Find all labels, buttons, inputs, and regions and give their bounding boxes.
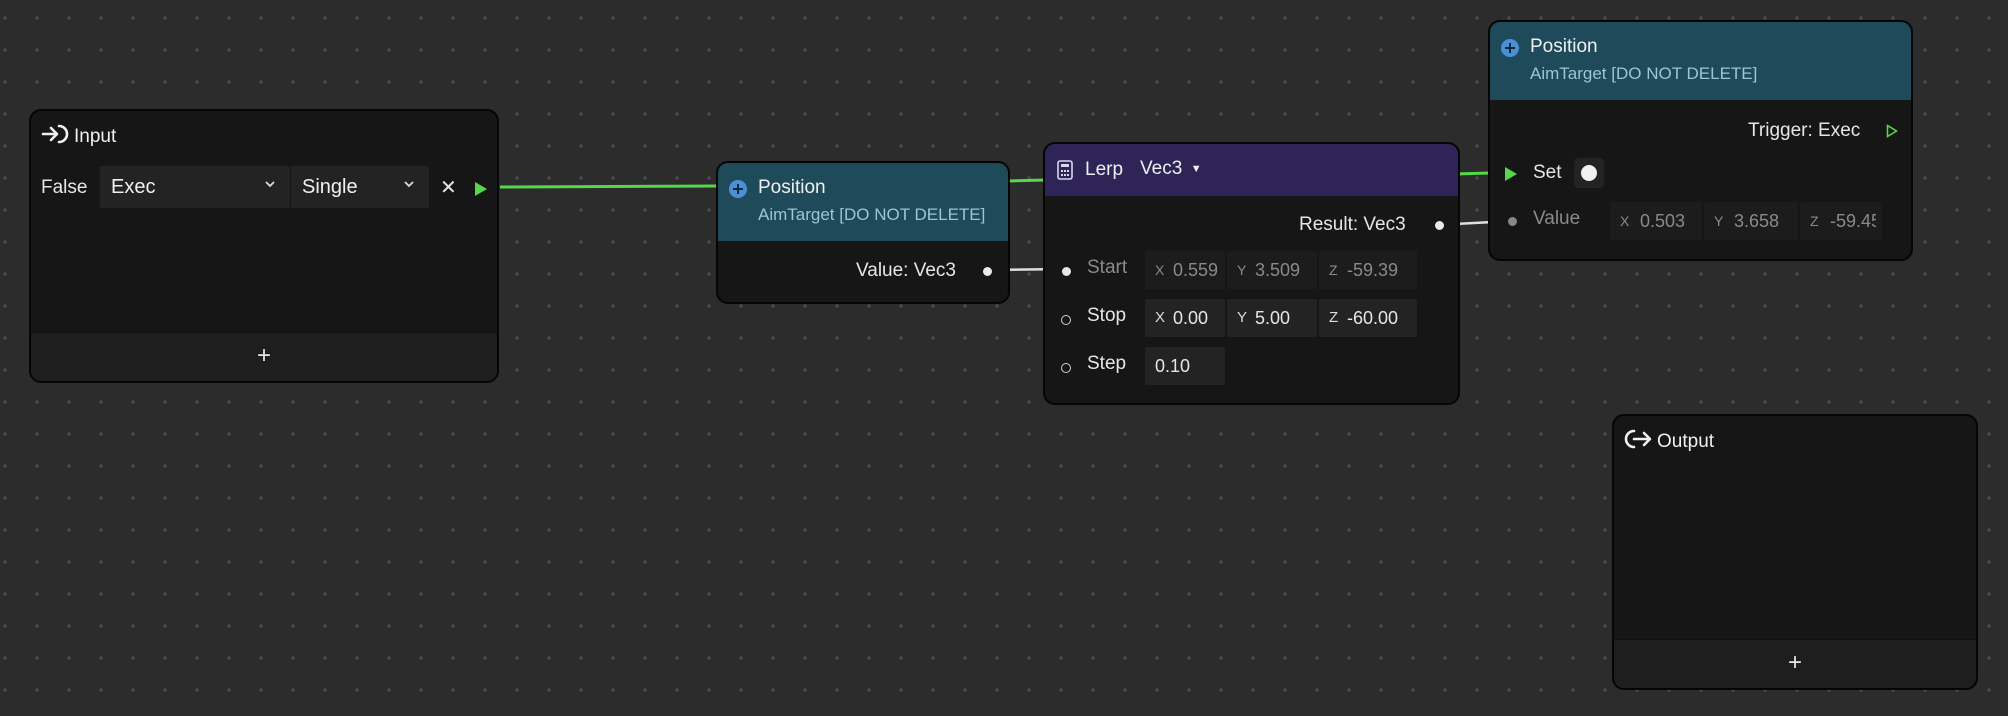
getter-output-pin[interactable] xyxy=(983,267,992,276)
lerp-start-label: Start xyxy=(1087,257,1128,278)
lerp-step-label: Step xyxy=(1087,353,1127,374)
caret-down-icon: ▼ xyxy=(1190,163,1202,175)
chevron-down-icon xyxy=(403,177,415,195)
lerp-stop-y-value: 5.00 xyxy=(1255,308,1291,328)
axis-z-label: Z xyxy=(1810,213,1819,229)
lerp-type-dropdown[interactable]: Vec3 ▼ xyxy=(1140,158,1202,180)
lerp-step-pin[interactable] xyxy=(1061,363,1071,373)
add-output-button[interactable]: + xyxy=(1614,639,1976,688)
type-dropdown-value: Exec xyxy=(111,176,156,198)
trigger-output-label: Trigger: Exec xyxy=(1748,120,1861,141)
lerp-stop-label: Stop xyxy=(1087,305,1127,326)
getter-output-label: Value: Vec3 xyxy=(856,260,957,281)
lerp-stop-y-field[interactable]: Y 5.00 xyxy=(1227,299,1317,337)
lerp-start-pin[interactable] xyxy=(1062,267,1071,276)
lerp-node[interactable]: Lerp Vec3 ▼ Result: Vec3 Start X 0.559 Y… xyxy=(1043,142,1460,405)
position-setter-node[interactable]: Position AimTarget [DO NOT DELETE] Trigg… xyxy=(1488,20,1913,261)
plus-circle-icon xyxy=(1501,39,1519,57)
setter-value-x: 0.503 xyxy=(1640,211,1686,231)
lerp-start-z-value: -59.39 xyxy=(1347,260,1399,280)
lerp-stop-pin[interactable] xyxy=(1061,315,1071,325)
position-getter-node[interactable]: Position AimTarget [DO NOT DELETE] Value… xyxy=(716,161,1010,304)
position-setter-subtitle: AimTarget [DO NOT DELETE] xyxy=(1530,64,1758,83)
setter-value-pin[interactable] xyxy=(1508,217,1517,226)
arrow-out-icon xyxy=(1624,428,1652,455)
output-node-title: Output xyxy=(1657,431,1715,452)
set-exec-in-pin[interactable] xyxy=(1504,166,1518,187)
setter-value-label: Value xyxy=(1533,208,1581,229)
set-label: Set xyxy=(1533,162,1562,183)
mode-dropdown-value: Single xyxy=(302,176,358,198)
axis-y-label: Y xyxy=(1237,262,1247,278)
setter-value-z-field[interactable]: Z -59.45 xyxy=(1800,202,1882,240)
calculator-icon xyxy=(1057,160,1073,185)
lerp-result-label: Result: Vec3 xyxy=(1299,214,1406,235)
lerp-step-value: 0.10 xyxy=(1155,356,1191,376)
axis-y-label: Y xyxy=(1237,309,1248,326)
setter-value-y-field[interactable]: Y 3.658 xyxy=(1704,202,1798,240)
lerp-stop-z-value: -60.00 xyxy=(1347,308,1399,328)
lerp-step-field[interactable]: 0.10 xyxy=(1145,347,1225,385)
type-dropdown[interactable]: Exec xyxy=(100,166,290,208)
add-input-button[interactable]: + xyxy=(31,332,497,381)
axis-z-label: Z xyxy=(1329,309,1339,326)
mode-dropdown[interactable]: Single xyxy=(291,166,429,208)
axis-x-label: X xyxy=(1155,309,1166,326)
setter-value-z: -59.45 xyxy=(1830,211,1876,231)
axis-x-label: X xyxy=(1620,213,1630,229)
toggle-knob-icon xyxy=(1581,165,1597,181)
output-node-header[interactable]: Output xyxy=(1614,416,1976,466)
chevron-down-icon xyxy=(264,177,276,195)
lerp-stop-x-value: 0.00 xyxy=(1173,308,1209,328)
setter-value-x-field[interactable]: X 0.503 xyxy=(1610,202,1702,240)
setter-value-y: 3.658 xyxy=(1734,211,1780,231)
input-node-header[interactable]: Input xyxy=(31,111,497,161)
lerp-node-title: Lerp xyxy=(1085,159,1124,180)
remove-icon[interactable]: ✕ xyxy=(440,175,457,200)
lerp-start-x-value: 0.559 xyxy=(1173,260,1219,280)
bool-label: False xyxy=(41,177,88,198)
lerp-node-header[interactable]: Lerp Vec3 ▼ xyxy=(1045,144,1458,196)
lerp-start-y-field[interactable]: Y 3.509 xyxy=(1227,251,1317,289)
position-getter-title: Position xyxy=(758,177,826,198)
axis-z-label: Z xyxy=(1329,262,1338,278)
position-getter-header[interactable]: Position AimTarget [DO NOT DELETE] xyxy=(718,163,1008,241)
lerp-start-y-value: 3.509 xyxy=(1255,260,1301,280)
arrow-in-icon xyxy=(41,123,69,150)
input-node-title: Input xyxy=(74,126,117,147)
lerp-type-value: Vec3 xyxy=(1140,158,1183,179)
lerp-stop-x-field[interactable]: X 0.00 xyxy=(1145,299,1225,337)
set-toggle[interactable] xyxy=(1574,158,1604,188)
lerp-stop-z-field[interactable]: Z -60.00 xyxy=(1319,299,1417,337)
position-setter-header[interactable]: Position AimTarget [DO NOT DELETE] xyxy=(1490,22,1911,100)
lerp-start-x-field[interactable]: X 0.559 xyxy=(1145,251,1225,289)
trigger-exec-out-pin[interactable] xyxy=(1886,124,1899,143)
axis-x-label: X xyxy=(1155,262,1165,278)
output-node[interactable]: Output + xyxy=(1612,414,1978,690)
position-setter-title: Position xyxy=(1530,36,1598,57)
plus-circle-icon xyxy=(729,180,747,198)
lerp-result-pin[interactable] xyxy=(1435,221,1444,230)
position-getter-subtitle: AimTarget [DO NOT DELETE] xyxy=(758,205,986,224)
exec-out-pin[interactable] xyxy=(474,181,488,202)
input-node[interactable]: Input False Exec Single ✕ + xyxy=(29,109,499,383)
lerp-start-z-field[interactable]: Z -59.39 xyxy=(1319,251,1417,289)
axis-y-label: Y xyxy=(1714,213,1724,229)
